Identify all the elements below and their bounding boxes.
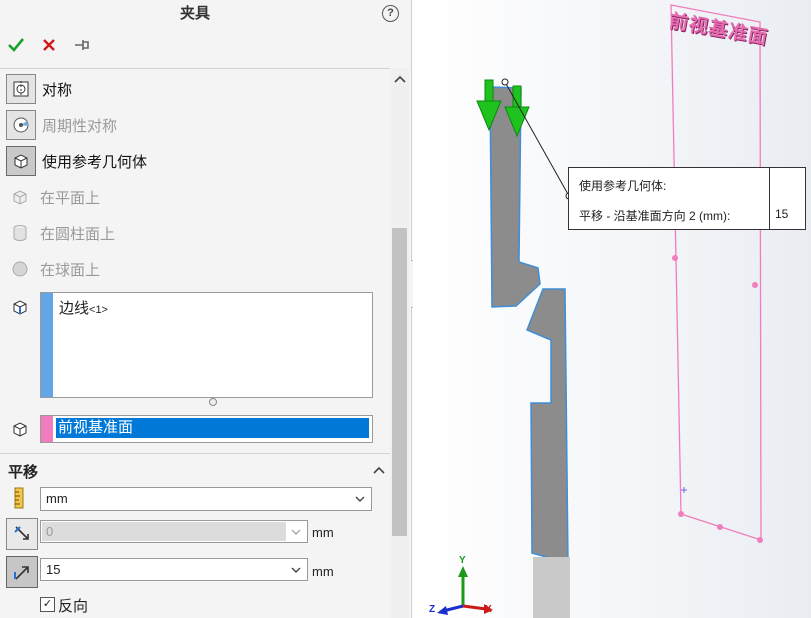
cylinder-icon: [6, 219, 34, 247]
collapse-chevron-icon[interactable]: [372, 464, 386, 476]
front-plane-outline: [670, 4, 763, 543]
edge-selection-icon: [6, 293, 34, 321]
edge-color-swatch: [41, 293, 53, 397]
sphere-icon: [6, 255, 34, 283]
reverse-checkbox[interactable]: ✓: [40, 597, 55, 612]
option-symmetric-label: 对称: [42, 81, 73, 99]
plane-color-swatch: [41, 416, 53, 442]
option-use-reference-geometry-label: 使用参考几何体: [42, 153, 148, 171]
chevron-down-icon: [355, 496, 365, 502]
direction2-unit: mm: [312, 564, 334, 579]
cyclic-symmetry-icon: [6, 110, 36, 140]
direction1-toggle-button[interactable]: [6, 518, 38, 550]
model-canvas: [437, 4, 763, 618]
property-manager: 夹具 ? 对称 周期性对称 使用参考几何体 在平面上 在圆柱面上 在球面上 边线…: [0, 0, 412, 618]
pin-icon: [75, 40, 89, 50]
option-symmetric[interactable]: 对称: [6, 74, 72, 104]
check-icon: [8, 38, 25, 52]
triad-x-label: X: [485, 604, 492, 615]
option-use-reference-geometry[interactable]: 使用参考几何体: [6, 146, 147, 176]
separator: [0, 68, 390, 69]
selected-edge-item[interactable]: 边线<1>: [59, 297, 108, 318]
part-body: [489, 86, 570, 618]
option-on-spherical-faces-label: 在球面上: [40, 261, 101, 279]
direction1-value-input[interactable]: 0: [40, 520, 308, 543]
option-cyclic-symmetric[interactable]: 周期性对称: [6, 110, 117, 140]
entity-selection-list[interactable]: 边线<1>: [40, 292, 373, 398]
graphics-viewport[interactable]: 前视基准面 Y X Z: [413, 0, 811, 618]
direction-arrow-icon: [14, 526, 29, 540]
callout-row-value[interactable]: 15: [775, 207, 788, 221]
plane-selector-icon-wrap: [6, 414, 40, 444]
option-cyclic-symmetric-label: 周期性对称: [42, 117, 118, 135]
ruler-icon: [10, 487, 28, 509]
pin-button[interactable]: [71, 34, 93, 56]
callout-row-label: 平移 - 沿基准面方向 2 (mm):: [579, 209, 731, 223]
plane-selection-icon: [6, 415, 34, 443]
reference-plane-item[interactable]: 前视基准面: [56, 418, 369, 438]
scroll-up-icon[interactable]: [393, 72, 407, 86]
callout-heading: 使用参考几何体:: [579, 179, 667, 193]
reverse-label: 反向: [58, 598, 89, 615]
units-dropdown[interactable]: mm: [40, 487, 372, 511]
close-icon: [43, 39, 55, 51]
translation-section-title[interactable]: 平移: [8, 461, 38, 482]
chevron-down-icon: [291, 529, 301, 535]
ok-button[interactable]: [5, 34, 27, 56]
option-on-flat-faces[interactable]: 在平面上: [6, 182, 100, 212]
reference-plane-field[interactable]: 前视基准面: [40, 415, 373, 443]
value-callout[interactable]: 使用参考几何体: 平移 - 沿基准面方向 2 (mm): 15: [568, 167, 806, 230]
option-on-cylindrical-faces-label: 在圆柱面上: [40, 225, 116, 243]
flat-face-icon: [6, 183, 34, 211]
panel-title: 夹具: [179, 5, 210, 22]
direction-arrow-icon: [14, 566, 29, 580]
direction2-toggle-button[interactable]: [6, 556, 38, 588]
option-on-cylindrical-faces[interactable]: 在圆柱面上: [6, 218, 115, 248]
triad-z-label: Z: [429, 604, 436, 615]
chevron-down-icon: [291, 567, 301, 573]
separator: [0, 453, 390, 454]
reference-geometry-icon: [6, 146, 36, 176]
list-resize-handle[interactable]: [209, 398, 217, 406]
direction2-value-input[interactable]: 15: [40, 558, 308, 581]
option-on-flat-faces-label: 在平面上: [40, 189, 101, 207]
direction1-unit: mm: [312, 525, 334, 540]
help-icon[interactable]: ?: [382, 5, 399, 22]
cancel-button[interactable]: [38, 34, 60, 56]
option-on-spherical-faces[interactable]: 在球面上: [6, 254, 100, 284]
symmetry-icon: [6, 74, 36, 104]
triad-y-label: Y: [459, 555, 466, 566]
entity-selector-icon-wrap: [6, 292, 40, 322]
scrollbar-thumb[interactable]: [392, 228, 407, 536]
